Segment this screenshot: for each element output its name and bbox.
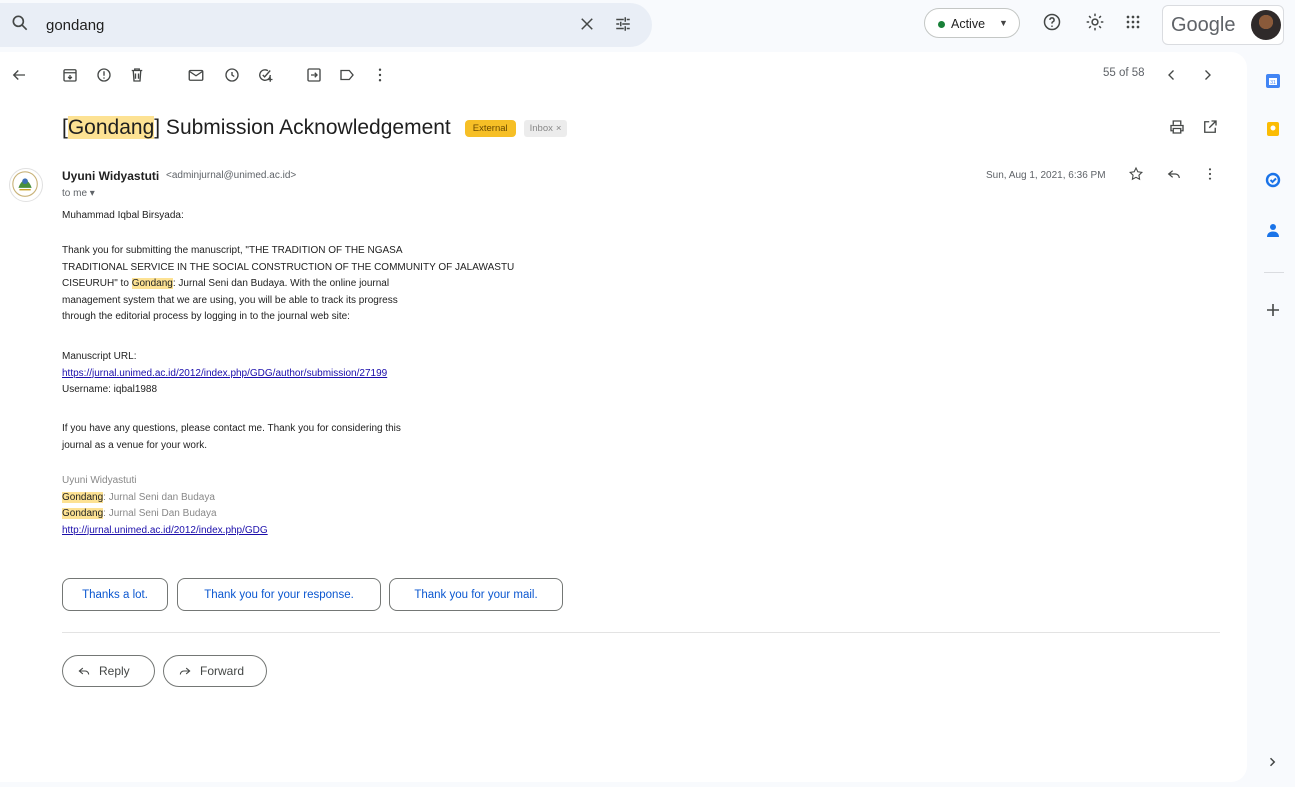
subject-text: ] Submission Acknowledgement [154, 116, 451, 139]
search-bar[interactable]: gondang [0, 3, 652, 47]
settings-icon[interactable] [1085, 12, 1105, 32]
apps-icon[interactable] [1123, 12, 1143, 32]
search-input[interactable]: gondang [46, 17, 104, 34]
smart-reply-button[interactable]: Thanks a lot. [62, 578, 168, 611]
more-vert-icon[interactable] [1202, 166, 1218, 182]
body-text: CISEURUH" to [62, 278, 132, 289]
delete-icon[interactable] [128, 66, 146, 84]
archive-icon[interactable] [61, 66, 79, 84]
manuscript-link[interactable]: https://jurnal.unimed.ac.id/2012/index.p… [62, 368, 387, 379]
snooze-icon[interactable] [223, 66, 241, 84]
forward-button[interactable]: Forward [163, 655, 267, 687]
status-label: Active [951, 17, 986, 31]
body-line: management system that we are using, you… [62, 294, 398, 306]
recipient-label: to me [62, 188, 88, 199]
calendar-icon[interactable]: 31 [1265, 73, 1281, 89]
inbox-label-chip[interactable]: Inbox × [523, 119, 568, 137]
sender-name[interactable]: Uyuni Widyastuti [62, 169, 159, 183]
reply-label: Reply [99, 664, 130, 678]
status-chip[interactable]: Active ▼ [924, 8, 1020, 38]
message-pane: 55 of 58 [Gondang] Submission Acknowledg… [0, 52, 1247, 782]
add-task-icon[interactable] [256, 66, 274, 84]
chevron-down-icon: ▼ [999, 18, 1008, 28]
search-icon[interactable] [10, 13, 30, 33]
signature-text: : Jurnal Seni dan Budaya [103, 491, 215, 503]
body-line: TRADITIONAL SERVICE IN THE SOCIAL CONSTR… [62, 261, 515, 273]
body-line: through the editorial process by logging… [62, 311, 350, 322]
older-chevron-icon[interactable] [1198, 66, 1216, 84]
avatar[interactable] [1251, 10, 1281, 40]
recipient-details[interactable]: to me ▾ [62, 188, 95, 199]
sender-email: <adminjurnal@unimed.ac.id> [166, 170, 297, 181]
reply-button[interactable]: Reply [62, 655, 155, 687]
top-bar: gondang Active ▼ Google [0, 0, 1295, 52]
star-icon[interactable] [1128, 166, 1144, 182]
forward-icon [179, 667, 191, 675]
smart-reply-button[interactable]: Thank you for your mail. [389, 578, 563, 611]
email-date: Sun, Aug 1, 2021, 6:36 PM [986, 170, 1106, 181]
remove-label-icon[interactable]: × [556, 123, 562, 134]
body-line: CISEURUH" to Gondang: Jurnal Seni dan Bu… [62, 276, 514, 293]
subject-line: [Gondang] Submission Acknowledgement Ext… [62, 116, 568, 140]
username-text: Username: iqbal1988 [62, 384, 158, 395]
body-text: : Jurnal Seni dan Budaya. With the onlin… [172, 278, 390, 289]
add-addon-icon[interactable] [1265, 302, 1281, 318]
university-logo-icon [12, 171, 38, 197]
newer-chevron-icon[interactable] [1163, 66, 1181, 84]
reply-icon[interactable] [1166, 166, 1182, 182]
side-panel-divider [1264, 272, 1284, 273]
signature-text: : Jurnal Seni Dan Budaya [103, 508, 217, 519]
signature-name: Uyuni Widyastuti [62, 475, 137, 486]
email-paragraph-2: If you have any questions, please contac… [62, 421, 401, 454]
status-dot [938, 21, 945, 28]
signature-line: Gondang: Jurnal Seni Dan Budaya [62, 506, 268, 523]
label-icon[interactable] [338, 66, 356, 84]
url-label: Manuscript URL: [62, 351, 137, 362]
tasks-icon[interactable] [1265, 172, 1281, 188]
manuscript-block: Manuscript URL: https://jurnal.unimed.ac… [62, 349, 387, 399]
divider [62, 632, 1220, 633]
inbox-label: Inbox [529, 122, 553, 134]
message-counter: 55 of 58 [1103, 67, 1145, 79]
help-icon[interactable] [1042, 12, 1062, 32]
search-highlight: Gondang [62, 508, 104, 519]
signature-line: Gondang: Jurnal Seni dan Budaya [62, 490, 268, 507]
smart-reply-button[interactable]: Thank you for your response. [177, 578, 381, 611]
contacts-icon[interactable] [1265, 222, 1281, 238]
subject-open: [ [62, 116, 68, 139]
email-subject: [Gondang] Submission Acknowledgement [62, 116, 451, 140]
sender-avatar[interactable] [9, 168, 43, 202]
email-paragraph-1: Thank you for submitting the manuscript,… [62, 243, 514, 326]
signature: Uyuni Widyastuti Gondang: Jurnal Seni da… [62, 473, 268, 539]
clear-search-icon[interactable] [578, 15, 596, 33]
chevron-down-icon: ▾ [89, 188, 95, 199]
search-options-icon[interactable] [614, 15, 632, 33]
search-highlight: Gondang [62, 491, 104, 503]
email-greeting: Muhammad Iqbal Birsyada: [62, 210, 184, 221]
keep-icon[interactable] [1265, 121, 1281, 137]
body-line: Thank you for submitting the manuscript,… [62, 245, 403, 256]
svg-text:31: 31 [1270, 80, 1276, 86]
back-arrow-icon[interactable] [10, 66, 28, 84]
mark-unread-icon[interactable] [187, 66, 205, 84]
google-logo: Google [1171, 14, 1236, 36]
reply-icon [78, 667, 90, 675]
open-new-window-icon[interactable] [1201, 118, 1219, 136]
print-icon[interactable] [1168, 118, 1186, 136]
account-switcher[interactable]: Google [1162, 5, 1284, 45]
report-spam-icon[interactable] [95, 66, 113, 84]
more-vert-icon[interactable] [371, 66, 389, 84]
journal-link[interactable]: http://jurnal.unimed.ac.id/2012/index.ph… [62, 525, 268, 536]
move-to-icon[interactable] [305, 66, 323, 84]
subject-highlight: Gondang [67, 116, 155, 139]
body-line: journal as a venue for your work. [62, 439, 208, 451]
search-highlight: Gondang [131, 278, 173, 289]
forward-label: Forward [200, 664, 245, 678]
external-badge: External [464, 119, 516, 137]
expand-panel-chevron-icon[interactable] [1266, 756, 1278, 768]
body-line: If you have any questions, please contac… [62, 423, 401, 434]
